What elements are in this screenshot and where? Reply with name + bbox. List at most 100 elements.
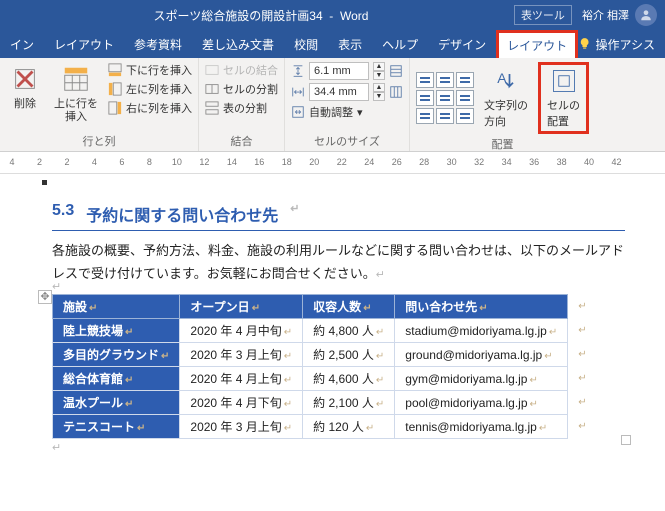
paragraph-mark-icon: ↵ [290, 202, 299, 226]
align-mid-right[interactable] [456, 90, 474, 106]
ruler-number: 4 [9, 157, 14, 167]
autofit-button[interactable]: 自動調整 ▾ [291, 104, 403, 120]
group-label-cell-size: セルのサイズ [291, 131, 403, 149]
distribute-columns-icon[interactable] [389, 85, 403, 99]
cell-alignment-grid[interactable] [416, 72, 474, 124]
insert-columns-right-button[interactable]: 右に列を挿入 [108, 100, 192, 116]
row-height-input[interactable]: 6.1 mm ▲▼ [291, 62, 403, 80]
cell-margins-callout: セルの 配置 [538, 62, 589, 134]
horizontal-ruler[interactable]: 4224681012141618202224262830323436384042 [0, 152, 665, 174]
facility-name-cell[interactable]: 総合体育館↵ [53, 367, 180, 391]
split-cells-button[interactable]: セルの分割 [205, 81, 278, 97]
contact-cell[interactable]: stadium@midoriyama.lg.jp↵ [395, 319, 568, 343]
group-cell-size: 6.1 mm ▲▼ 34.4 mm ▲▼ 自動調整 ▾ セルのサイズ [285, 58, 410, 151]
tab-mailings[interactable]: 差し込み文書 [192, 30, 284, 58]
facility-table[interactable]: 施設↵オープン日↵収容人数↵問い合わせ先↵↵陸上競技場↵2020 年 4 月中旬… [52, 294, 598, 439]
app-name: Word [340, 9, 368, 23]
align-bot-left[interactable] [416, 108, 434, 124]
table-row[interactable]: 温水プール↵2020 年 4 月下旬↵約 2,100 人↵pool@midori… [53, 391, 598, 415]
facility-name-cell[interactable]: 多目的グラウンド↵ [53, 343, 180, 367]
insert-rows-above-button[interactable]: 上に行を 挿入 [50, 62, 102, 126]
insert-rows-below-button[interactable]: 下に行を挿入 [108, 62, 192, 78]
open-date-cell[interactable]: 2020 年 4 月上旬↵ [180, 367, 303, 391]
group-label-rows-cols: 行と列 [6, 131, 192, 149]
open-date-cell[interactable]: 2020 年 4 月中旬↵ [180, 319, 303, 343]
capacity-cell[interactable]: 約 4,800 人↵ [303, 319, 395, 343]
align-bot-right[interactable] [456, 108, 474, 124]
tab-layout[interactable]: レイアウト [44, 30, 124, 58]
tell-me-search[interactable]: 操作アシス [595, 30, 665, 58]
contact-cell[interactable]: gym@midoriyama.lg.jp↵ [395, 367, 568, 391]
height-step-up[interactable]: ▲ [373, 62, 385, 71]
table-row[interactable]: 陸上競技場↵2020 年 4 月中旬↵約 4,800 人↵stadium@mid… [53, 319, 598, 343]
table-row[interactable]: テニスコート↵2020 年 3 月上旬↵約 120 人↵tennis@midor… [53, 415, 598, 439]
align-top-left[interactable] [416, 72, 434, 88]
text-direction-button[interactable]: A 文字列の 方向 [480, 67, 532, 129]
align-bot-center[interactable] [436, 108, 454, 124]
capacity-cell[interactable]: 約 4,600 人↵ [303, 367, 395, 391]
contact-cell[interactable]: ground@midoriyama.lg.jp↵ [395, 343, 568, 367]
group-label-merge: 結合 [205, 131, 278, 149]
title-bar: スポーツ総合施設の開設計画34 - Word 表ツール 裕介 相澤 [0, 0, 665, 30]
facility-name-cell[interactable]: 温水プール↵ [53, 391, 180, 415]
ruler-number: 22 [337, 157, 347, 167]
table-header-cell[interactable]: 施設↵ [53, 295, 180, 319]
heading-5-3[interactable]: 5.3 予約に関する問い合わせ先↵ [52, 196, 625, 231]
align-mid-center[interactable] [436, 90, 454, 106]
tab-review[interactable]: 校閲 [284, 30, 328, 58]
row-height-value[interactable]: 6.1 mm [309, 62, 369, 80]
distribute-rows-icon[interactable] [389, 64, 403, 78]
align-mid-left[interactable] [416, 90, 434, 106]
width-step-up[interactable]: ▲ [373, 83, 385, 92]
align-top-center[interactable] [436, 72, 454, 88]
facility-name-cell[interactable]: テニスコート↵ [53, 415, 180, 439]
column-width-value[interactable]: 34.4 mm [309, 83, 369, 101]
contact-cell[interactable]: pool@midoriyama.lg.jp↵ [395, 391, 568, 415]
ruler-number: 14 [227, 157, 237, 167]
tell-me-lightbulb-icon [578, 35, 591, 53]
table-resize-handle-icon[interactable] [621, 435, 631, 445]
table-move-handle-icon[interactable]: ✥ [38, 290, 52, 304]
capacity-cell[interactable]: 約 2,500 人↵ [303, 343, 395, 367]
table-row[interactable]: 総合体育館↵2020 年 4 月上旬↵約 4,600 人↵gym@midoriy… [53, 367, 598, 391]
tab-design-partial[interactable]: イン [0, 30, 44, 58]
ruler-number: 24 [364, 157, 374, 167]
table-header-cell[interactable]: 問い合わせ先↵ [395, 295, 568, 319]
tab-references[interactable]: 参考資料 [124, 30, 192, 58]
window-title: スポーツ総合施設の開設計画34 - Word [8, 7, 514, 24]
height-step-down[interactable]: ▼ [373, 71, 385, 80]
column-width-input[interactable]: 34.4 mm ▲▼ [291, 83, 403, 101]
contact-cell[interactable]: tennis@midoriyama.lg.jp↵ [395, 415, 568, 439]
tab-table-layout[interactable]: レイアウト [496, 30, 578, 58]
ruler-number: 2 [64, 157, 69, 167]
document-body[interactable]: 5.3 予約に関する問い合わせ先↵ 各施設の概要、予約方法、料金、施設の利用ルー… [0, 174, 665, 465]
merge-cells-button: セルの結合 [205, 62, 278, 78]
insert-columns-left-button[interactable]: 左に列を挿入 [108, 81, 192, 97]
tab-view[interactable]: 表示 [328, 30, 372, 58]
facility-name-cell[interactable]: 陸上競技場↵ [53, 319, 180, 343]
table-row[interactable]: 多目的グラウンド↵2020 年 3 月上旬↵約 2,500 人↵ground@m… [53, 343, 598, 367]
open-date-cell[interactable]: 2020 年 4 月下旬↵ [180, 391, 303, 415]
split-table-button[interactable]: 表の分割 [205, 100, 278, 116]
table-header-cell[interactable]: 収容人数↵ [303, 295, 395, 319]
capacity-cell[interactable]: 約 120 人↵ [303, 415, 395, 439]
tab-table-design[interactable]: デザイン [428, 30, 496, 58]
align-top-right[interactable] [456, 72, 474, 88]
account-area[interactable]: 裕介 相澤 [582, 4, 657, 26]
table-header-cell[interactable]: オープン日↵ [180, 295, 303, 319]
body-paragraph[interactable]: 各施設の概要、予約方法、料金、施設の利用ルールなどに関する問い合わせは、以下のメ… [52, 239, 625, 286]
capacity-cell[interactable]: 約 2,100 人↵ [303, 391, 395, 415]
heading-number: 5.3 [52, 202, 74, 226]
ruler-number: 18 [282, 157, 292, 167]
width-step-down[interactable]: ▼ [373, 92, 385, 101]
group-rows-and-columns: 削除 上に行を 挿入 下に行を挿入 左に列を挿入 右に列を挿入 [0, 58, 199, 151]
ruler-number: 16 [254, 157, 264, 167]
ruler-number: 28 [419, 157, 429, 167]
cell-margins-button[interactable]: セルの 配置 [543, 67, 584, 129]
open-date-cell[interactable]: 2020 年 3 月上旬↵ [180, 415, 303, 439]
tab-help[interactable]: ヘルプ [372, 30, 428, 58]
paragraph-mark-icon: ↵ [52, 442, 61, 454]
ruler-number: 34 [502, 157, 512, 167]
open-date-cell[interactable]: 2020 年 3 月上旬↵ [180, 343, 303, 367]
delete-button[interactable]: 削除 [6, 62, 44, 113]
